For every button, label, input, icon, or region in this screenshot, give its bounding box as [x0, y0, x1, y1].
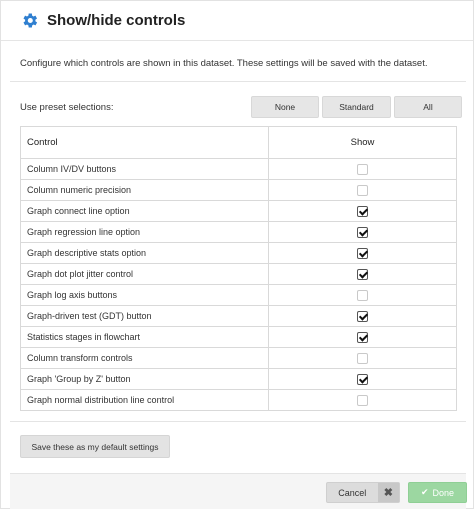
show-checkbox[interactable] [357, 310, 368, 322]
control-label: Graph log axis buttons [20, 284, 269, 306]
show-cell [268, 368, 457, 390]
show-checkbox[interactable] [357, 184, 368, 196]
show-cell [268, 242, 457, 264]
close-icon: ✖ [377, 483, 399, 502]
control-label: Graph 'Group by Z' button [20, 368, 269, 390]
table-row: Column IV/DV buttons [20, 158, 457, 180]
dialog-title: Show/hide controls [47, 12, 186, 29]
preset-standard-button[interactable]: Standard [322, 96, 391, 118]
show-cell [268, 200, 457, 222]
show-cell [268, 389, 457, 411]
show-checkbox[interactable] [357, 352, 368, 364]
table-row: Column numeric precision [20, 179, 457, 201]
show-checkbox[interactable] [357, 268, 368, 280]
show-cell [268, 263, 457, 285]
controls-table: Control Show Column IV/DV buttons Column … [20, 126, 457, 411]
table-row: Graph-driven test (GDT) button [20, 305, 457, 327]
table-row: Column transform controls [20, 347, 457, 369]
control-label: Column transform controls [20, 347, 269, 369]
cancel-button[interactable]: Cancel ✖ [326, 482, 400, 503]
intro-text: Configure which controls are shown in th… [20, 58, 428, 69]
gear-icon [23, 13, 38, 28]
preset-all-button[interactable]: All [394, 96, 462, 118]
column-header-show: Show [268, 126, 457, 159]
control-label: Graph descriptive stats option [20, 242, 269, 264]
show-checkbox[interactable] [357, 247, 368, 259]
show-cell [268, 305, 457, 327]
table-row: Graph dot plot jitter control [20, 263, 457, 285]
cancel-label: Cancel [338, 487, 367, 498]
preset-none-button[interactable]: None [251, 96, 319, 118]
table-row: Graph log axis buttons [20, 284, 457, 306]
table-row: Graph descriptive stats option [20, 242, 457, 264]
save-default-button[interactable]: Save these as my default settings [20, 435, 170, 458]
dialog-header: Show/hide controls [1, 1, 473, 41]
show-checkbox[interactable] [357, 373, 368, 385]
check-icon: ✔ [420, 487, 429, 497]
show-cell [268, 221, 457, 243]
table-row: Statistics stages in flowchart [20, 326, 457, 348]
show-checkbox[interactable] [357, 205, 368, 217]
control-label: Statistics stages in flowchart [20, 326, 269, 348]
table-row: Graph normal distribution line control [20, 389, 457, 411]
show-cell [268, 326, 457, 348]
control-label: Column numeric precision [20, 179, 269, 201]
done-label: Done [432, 487, 455, 498]
show-checkbox[interactable] [357, 289, 368, 301]
show-checkbox[interactable] [357, 331, 368, 343]
show-checkbox[interactable] [357, 226, 368, 238]
show-cell [268, 347, 457, 369]
table-header-row: Control Show [20, 126, 457, 159]
divider [10, 81, 466, 82]
show-hide-controls-dialog: Show/hide controls Configure which contr… [0, 0, 474, 509]
done-button[interactable]: ✔ Done [408, 482, 467, 503]
table-row: Graph regression line option [20, 221, 457, 243]
preset-label: Use preset selections: [20, 102, 114, 113]
control-label: Graph-driven test (GDT) button [20, 305, 269, 327]
table-row: Graph 'Group by Z' button [20, 368, 457, 390]
control-label: Graph normal distribution line control [20, 389, 269, 411]
control-label: Column IV/DV buttons [20, 158, 269, 180]
show-cell [268, 284, 457, 306]
show-checkbox[interactable] [357, 394, 368, 406]
divider [10, 421, 466, 422]
control-label: Graph connect line option [20, 200, 269, 222]
table-row: Graph connect line option [20, 200, 457, 222]
control-label: Graph regression line option [20, 221, 269, 243]
show-cell [268, 158, 457, 180]
show-checkbox[interactable] [357, 163, 368, 175]
show-cell [268, 179, 457, 201]
control-label: Graph dot plot jitter control [20, 263, 269, 285]
column-header-control: Control [20, 126, 269, 159]
